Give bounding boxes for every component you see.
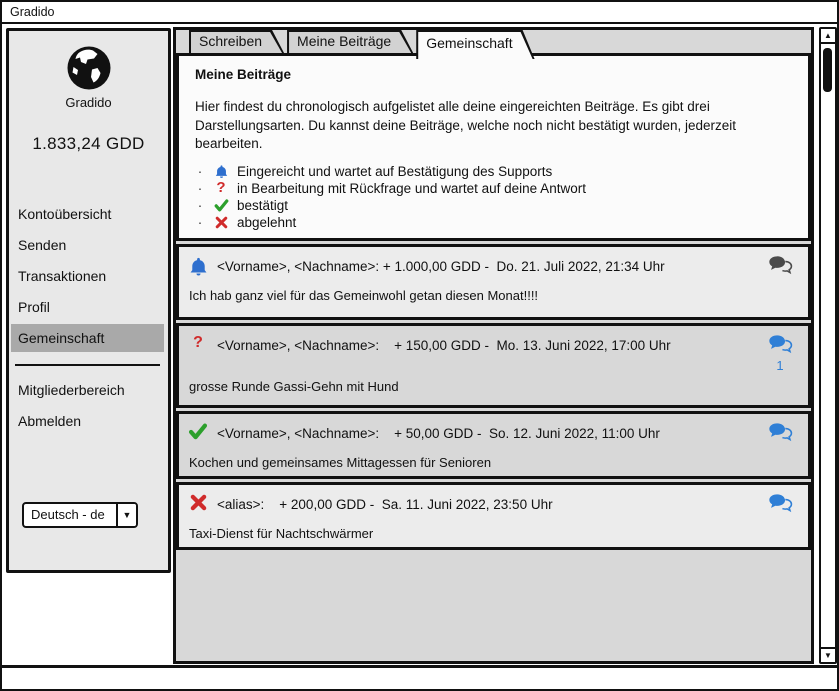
sidebar-item-kontouebersicht[interactable]: Kontoübersicht (11, 200, 164, 228)
legend-text: in Bearbeitung mit Rückfrage und wartet … (237, 181, 586, 196)
sidebar-item-abmelden[interactable]: Abmelden (11, 407, 164, 435)
legend-text: Eingereicht und wartet auf Bestätigung d… (237, 164, 552, 179)
main-panel: Schreiben Meine Beiträge Gemeinschaft Me… (173, 27, 814, 664)
check-icon (212, 199, 230, 212)
cross-icon (187, 493, 209, 511)
question-icon: ? (212, 180, 230, 196)
intro-panel: Meine Beiträge Hier findest du chronolog… (176, 53, 811, 241)
tab-schreiben-label: Schreiben (189, 30, 284, 53)
brand-label: Gradido (9, 95, 168, 110)
status-legend: · Eingereicht und wartet auf Bestätigung… (195, 163, 792, 231)
legend-item: · abgelehnt (195, 214, 792, 231)
legend-text: bestätigt (237, 198, 288, 213)
app-body: Gradido 1.833,24 GDD Kontoübersicht Send… (2, 24, 837, 665)
legend-item: · bestätigt (195, 197, 792, 214)
window-title: Gradido (2, 2, 837, 24)
sidebar-item-mitgliederbereich[interactable]: Mitgliederbereich (11, 376, 164, 404)
bullet-icon: · (195, 215, 205, 230)
chat-icon[interactable] (768, 422, 793, 448)
tab-gemeinschaft-label: Gemeinschaft (416, 30, 534, 57)
cross-icon (212, 216, 230, 229)
question-icon: ? (187, 334, 209, 351)
vertical-scrollbar[interactable]: ▲ ▼ (819, 27, 837, 664)
intro-paragraph: Hier findest du chronologisch aufgeliste… (195, 98, 792, 154)
app-window: Gradido Gradido 1.833,24 GDD Kontoübersi… (0, 0, 839, 691)
window-footer (2, 665, 837, 684)
scrollbar-thumb[interactable] (823, 48, 832, 92)
card-title: <Vorname>, <Nachname>: + 50,00 GDD - So.… (217, 422, 764, 441)
tab-meine-beitraege[interactable]: Meine Beiträge (287, 30, 413, 53)
chat-icon[interactable] (768, 334, 793, 360)
card-title: <Vorname>, <Nachname>: + 1.000,00 GDD - … (217, 255, 764, 274)
contribution-card[interactable]: ? <Vorname>, <Nachname>: + 150,00 GDD - … (176, 323, 811, 408)
legend-text: abgelehnt (237, 215, 296, 230)
tab-meine-beitraege-label: Meine Beiträge (287, 30, 413, 53)
language-select-value[interactable]: Deutsch - de (24, 504, 116, 526)
card-header: <alias>: + 200,00 GDD - Sa. 11. Juni 202… (187, 493, 796, 519)
tab-gemeinschaft[interactable]: Gemeinschaft (416, 30, 534, 59)
bell-icon (212, 164, 230, 179)
bullet-icon: · (195, 164, 205, 179)
tab-schreiben[interactable]: Schreiben (189, 30, 284, 53)
card-title: <alias>: + 200,00 GDD - Sa. 11. Juni 202… (217, 493, 764, 512)
card-body-text: Taxi-Dienst für Nachtschwärmer (189, 526, 796, 541)
sidebar: Gradido 1.833,24 GDD Kontoübersicht Send… (6, 28, 171, 573)
legend-item: · ? in Bearbeitung mit Rückfrage und war… (195, 180, 792, 197)
tab-bar: Schreiben Meine Beiträge Gemeinschaft (189, 30, 538, 53)
chat-icon[interactable] (768, 493, 793, 519)
bell-icon (187, 255, 209, 277)
sidebar-divider (15, 364, 160, 366)
chat-icon[interactable] (768, 255, 793, 281)
chat-count: 1 (764, 360, 796, 372)
balance-amount: 1.833,24 GDD (9, 134, 168, 154)
language-select[interactable]: Deutsch - de ▼ (22, 502, 138, 528)
sidebar-item-transaktionen[interactable]: Transaktionen (11, 262, 164, 290)
sidebar-item-senden[interactable]: Senden (11, 231, 164, 259)
contribution-card[interactable]: <Vorname>, <Nachname>: + 50,00 GDD - So.… (176, 411, 811, 479)
legend-item: · Eingereicht und wartet auf Bestätigung… (195, 163, 792, 180)
scroll-down-icon[interactable]: ▼ (821, 647, 835, 662)
page-title: Meine Beiträge (195, 67, 792, 82)
check-icon (187, 422, 209, 440)
contribution-card[interactable]: <alias>: + 200,00 GDD - Sa. 11. Juni 202… (176, 482, 811, 550)
card-header: ? <Vorname>, <Nachname>: + 150,00 GDD - … (187, 334, 796, 372)
card-body-text: grosse Runde Gassi-Gehn mit Hund (189, 379, 796, 394)
chevron-down-icon[interactable]: ▼ (116, 504, 136, 526)
sidebar-item-gemeinschaft[interactable]: Gemeinschaft (11, 324, 164, 352)
card-body-text: Kochen und gemeinsames Mittagessen für S… (189, 455, 796, 470)
contribution-card[interactable]: <Vorname>, <Nachname>: + 1.000,00 GDD - … (176, 244, 811, 320)
sidebar-nav: Kontoübersicht Senden Transaktionen Prof… (9, 200, 168, 435)
sidebar-item-profil[interactable]: Profil (11, 293, 164, 321)
card-body-text: Ich hab ganz viel für das Gemeinwohl get… (189, 288, 796, 303)
card-title: <Vorname>, <Nachname>: + 150,00 GDD - Mo… (217, 334, 764, 353)
globe-icon (9, 44, 168, 92)
scroll-up-icon[interactable]: ▲ (821, 29, 835, 44)
bullet-icon: · (195, 198, 205, 213)
card-header: <Vorname>, <Nachname>: + 50,00 GDD - So.… (187, 422, 796, 448)
bullet-icon: · (195, 181, 205, 196)
card-header: <Vorname>, <Nachname>: + 1.000,00 GDD - … (187, 255, 796, 281)
